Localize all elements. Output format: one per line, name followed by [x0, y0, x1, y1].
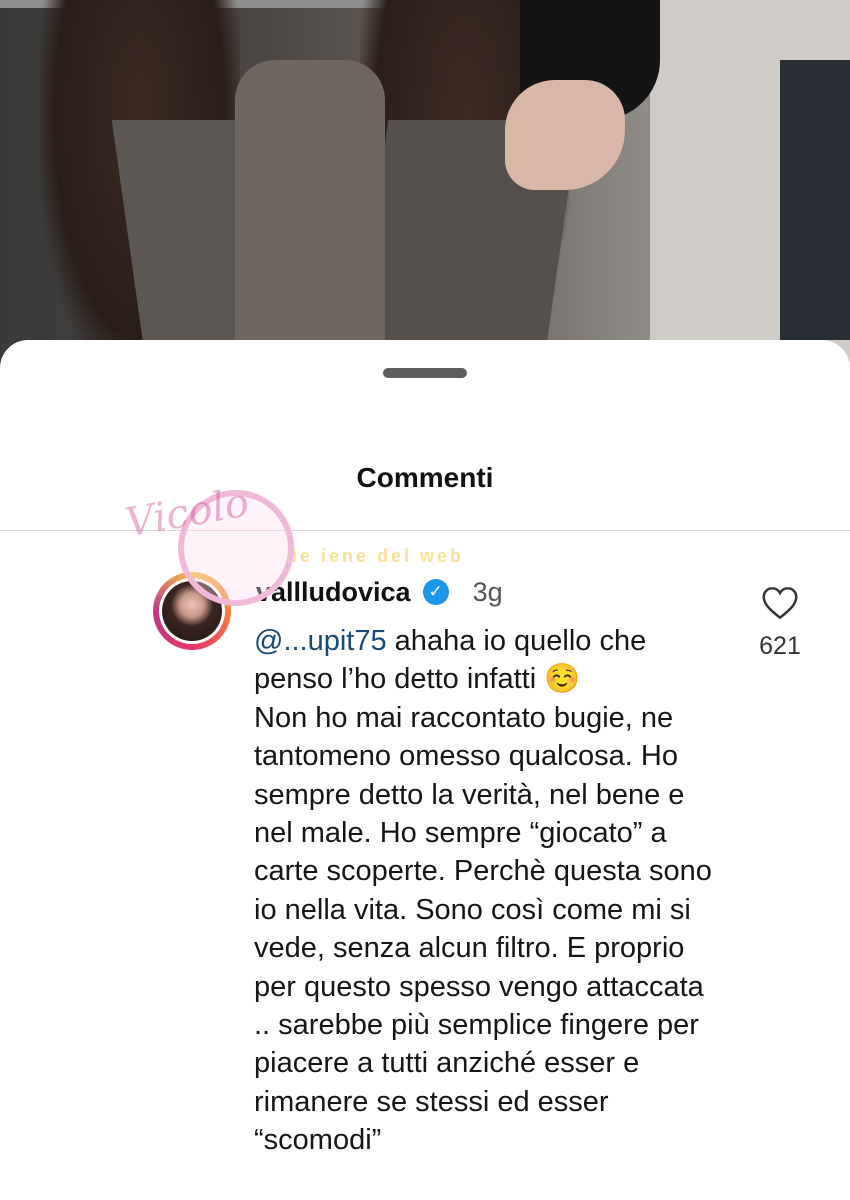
photo-frame: [780, 60, 850, 340]
comment-text: @...upit75 ahaha io quello che penso l’h…: [254, 622, 724, 1160]
photo-hand: [505, 80, 625, 190]
sheet-drag-handle[interactable]: [383, 368, 467, 378]
like-count: 621: [759, 632, 801, 660]
photo-sweater: [235, 60, 385, 380]
verified-check-icon: ✓: [422, 579, 449, 605]
comment-body: ahaha io quello che penso l’ho detto inf…: [254, 625, 712, 1157]
watermark-web: le iene del web: [292, 546, 465, 566]
comment-time: 3g: [472, 576, 503, 607]
post-photo: [0, 0, 850, 380]
comment-mention[interactable]: @...upit75: [254, 625, 387, 657]
like-column: 621: [750, 586, 810, 661]
sheet-title: Commenti: [356, 462, 494, 493]
comment-header: vallludovica ✓ 3g: [256, 572, 503, 612]
heart-icon[interactable]: [761, 586, 799, 620]
comments-sheet: Commenti vallludovica ✓ 3g @...upit75 ah…: [0, 340, 850, 1200]
